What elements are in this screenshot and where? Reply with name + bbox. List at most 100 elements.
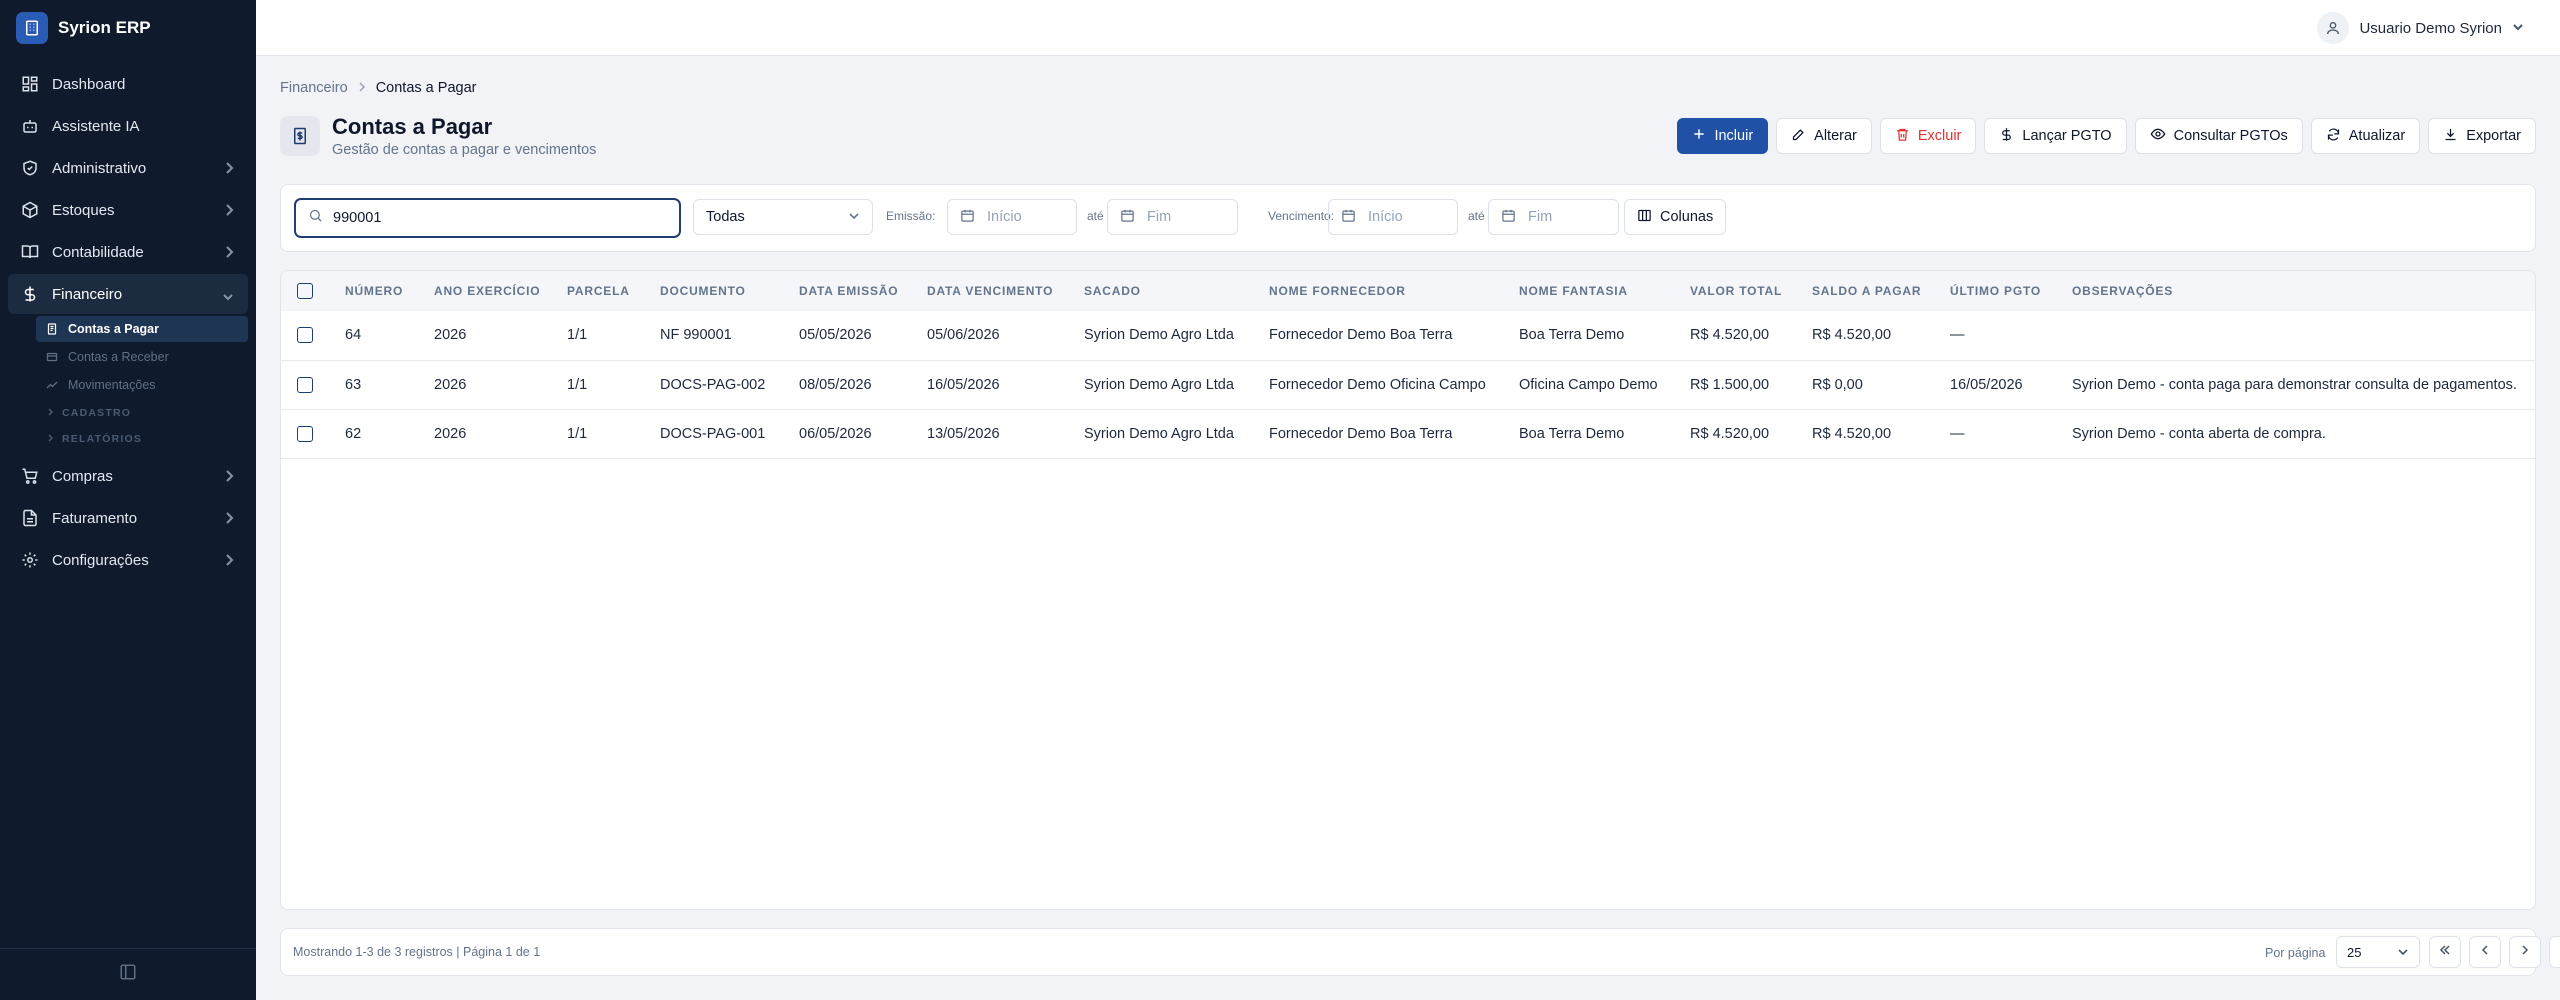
chevron-right-icon	[48, 407, 54, 419]
column-header[interactable]: Valor Total	[1690, 271, 1812, 311]
box-icon	[20, 200, 40, 220]
lancar-pgto-label: Lançar PGTO	[2022, 128, 2112, 144]
table-cell: Fornecedor Demo Boa Terra	[1269, 311, 1519, 361]
sidebar-item-dashboard[interactable]: Dashboard	[8, 64, 248, 104]
sidebar-section-cadastro[interactable]: CADASTRO	[36, 400, 248, 426]
sidebar-subitem-contas-a-pagar[interactable]: Contas a Pagar	[36, 316, 248, 342]
excluir-button[interactable]: Excluir	[1879, 118, 1977, 154]
column-header[interactable]: Documento	[660, 271, 799, 311]
breadcrumb: Financeiro Contas a Pagar	[280, 80, 476, 96]
table-row[interactable]: 62 2026 1/1 DOCS-PAG-001 06/05/2026 13/0…	[281, 409, 2535, 459]
column-header[interactable]: Último PGTO	[1950, 271, 2072, 311]
sidebar-item-label: Contabilidade	[52, 243, 144, 261]
dashboard-icon	[20, 74, 40, 94]
table-cell: 06/05/2026	[799, 409, 927, 459]
column-header[interactable]: Ano Exercício	[434, 271, 567, 311]
sidebar-item-financeiro[interactable]: Financeiro	[8, 274, 248, 314]
column-header[interactable]: Nome Fornecedor	[1269, 271, 1519, 311]
calendar-icon	[1501, 208, 1516, 227]
consultar-pgtos-button[interactable]: Consultar PGTOs	[2134, 118, 2303, 154]
column-header[interactable]: Nome Fantasia	[1519, 271, 1690, 311]
atualizar-label: Atualizar	[2348, 128, 2406, 144]
chevron-right-icon	[224, 203, 234, 221]
bot-icon	[20, 116, 40, 136]
table-cell: 05/06/2026	[927, 311, 1084, 361]
sidebar-collapse-button[interactable]	[0, 948, 256, 1000]
emissao-fim-field[interactable]: Fim	[1107, 199, 1238, 235]
emissao-label: Emissão:	[886, 209, 936, 223]
incluir-label: Incluir	[1714, 128, 1754, 144]
table-row[interactable]: 63 2026 1/1 DOCS-PAG-002 08/05/2026 16/0…	[281, 360, 2535, 410]
first-page-button[interactable]	[2429, 936, 2461, 968]
row-checkbox[interactable]	[297, 425, 313, 442]
emissao-inicio-field[interactable]: Início	[947, 199, 1077, 235]
sidebar-section-label: RELATÓRIOS	[62, 433, 143, 445]
sidebar-item-contabilidade[interactable]: Contabilidade	[8, 232, 248, 272]
calendar-icon	[1341, 208, 1356, 227]
lancar-pgto-button[interactable]: Lançar PGTO	[1984, 118, 2127, 154]
sidebar: Syrion ERP Dashboard Assistente IA Admin…	[0, 0, 256, 1000]
chevron-down-icon	[2512, 19, 2524, 37]
atualizar-button[interactable]: Atualizar	[2310, 118, 2421, 154]
next-page-button[interactable]	[2509, 936, 2541, 968]
colunas-label: Colunas	[1660, 209, 1714, 225]
user-menu[interactable]: Usuario Demo Syrion	[2317, 11, 2524, 45]
table-cell: —	[1950, 409, 2072, 459]
refresh-icon	[2326, 127, 2341, 146]
panel-left-icon	[119, 963, 137, 986]
search-input[interactable]	[333, 210, 653, 226]
chevron-right-icon	[358, 80, 366, 96]
financeiro-submenu: Contas a Pagar Contas a Receber Moviment…	[8, 316, 248, 452]
incluir-button[interactable]: Incluir	[1677, 118, 1769, 154]
row-checkbox[interactable]	[297, 376, 313, 393]
table-cell: 16/05/2026	[927, 360, 1084, 410]
per-page-value: 25	[2347, 944, 2362, 960]
sidebar-item-compras[interactable]: Compras	[8, 456, 248, 496]
chevron-down-icon	[848, 209, 860, 225]
select-all-checkbox[interactable]	[297, 283, 313, 299]
search-field[interactable]	[294, 198, 681, 238]
last-page-button[interactable]	[2549, 936, 2560, 968]
chevron-left-icon	[2479, 943, 2491, 961]
chevron-right-icon	[224, 511, 234, 529]
sidebar-section-label: CADASTRO	[62, 407, 132, 419]
vencimento-fim-field[interactable]: Fim	[1488, 199, 1619, 235]
brand[interactable]: Syrion ERP	[0, 0, 256, 56]
table-row[interactable]: 64 2026 1/1 NF 990001 05/05/2026 05/06/2…	[281, 311, 2535, 361]
status-select[interactable]: Todas	[693, 199, 873, 235]
vencimento-inicio-field[interactable]: Início	[1328, 199, 1458, 235]
sidebar-item-label: Dashboard	[52, 75, 126, 93]
per-page-select[interactable]: 25	[2336, 936, 2420, 968]
sidebar-subitem-contas-a-receber[interactable]: Contas a Receber	[36, 344, 248, 370]
column-header[interactable]: Data Vencimento	[927, 271, 1084, 311]
sidebar-item-assistente-ia[interactable]: Assistente IA	[8, 106, 248, 146]
table-cell: 62	[345, 409, 434, 459]
prev-page-button[interactable]	[2469, 936, 2501, 968]
sidebar-item-estoques[interactable]: Estoques	[8, 190, 248, 230]
sidebar-subitem-movimentacoes[interactable]: Movimentações	[36, 372, 248, 398]
column-header[interactable]: Parcela	[567, 271, 660, 311]
colunas-button[interactable]: Colunas	[1624, 199, 1727, 235]
column-header[interactable]: Saldo a Pagar	[1812, 271, 1950, 311]
chevron-right-icon	[224, 245, 234, 263]
cart-icon	[20, 466, 40, 486]
column-header[interactable]: Data Emissão	[799, 271, 927, 311]
sidebar-item-configuracoes[interactable]: Configurações	[8, 540, 248, 580]
column-header[interactable]: Observações	[2072, 271, 2535, 311]
sidebar-item-faturamento[interactable]: Faturamento	[8, 498, 248, 538]
exportar-button[interactable]: Exportar	[2428, 118, 2536, 154]
alterar-button[interactable]: Alterar	[1776, 118, 1872, 154]
column-header[interactable]: Sacado	[1084, 271, 1269, 311]
breadcrumb-financeiro[interactable]: Financeiro	[280, 80, 348, 96]
table-cell: Syrion Demo Agro Ltda	[1084, 360, 1269, 410]
app-name: Syrion ERP	[58, 18, 151, 37]
main-content: Financeiro Contas a Pagar Contas a Pagar…	[256, 56, 2560, 1000]
pagination-info: Mostrando 1-3 de 3 registros | Página 1 …	[293, 945, 541, 959]
sidebar-item-administrativo[interactable]: Administrativo	[8, 148, 248, 188]
column-header[interactable]: Número	[345, 271, 434, 311]
sidebar-section-relatorios[interactable]: RELATÓRIOS	[36, 426, 248, 452]
row-checkbox[interactable]	[297, 327, 313, 344]
chevron-right-icon	[224, 469, 234, 487]
exportar-label: Exportar	[2466, 128, 2521, 144]
user-icon	[2317, 12, 2350, 44]
